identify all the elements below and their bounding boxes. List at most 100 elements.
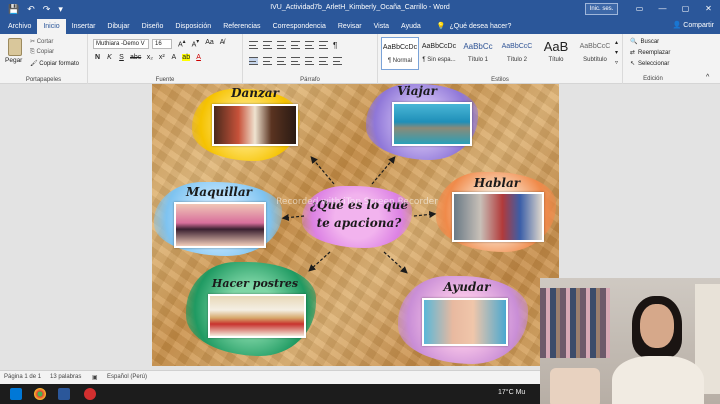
highlight-icon[interactable]: ab xyxy=(182,54,191,61)
italic-icon[interactable]: K xyxy=(106,54,113,61)
sort-icon[interactable] xyxy=(319,41,328,49)
sign-in-button[interactable]: Inic. ses. xyxy=(585,3,618,15)
text-effects-icon[interactable]: A xyxy=(170,54,177,61)
ribbon-tabs: Archivo Inicio Insertar Dibujar Diseño D… xyxy=(0,18,720,34)
tab-disposicion[interactable]: Disposición xyxy=(169,19,217,34)
tab-dibujar[interactable]: Dibujar xyxy=(101,19,135,34)
arrow-to-ayudar xyxy=(383,251,408,274)
select-button[interactable]: ↖ Seleccionar xyxy=(630,60,670,68)
ribbon: Pegar ✂ Cortar ⎘ Copiar 🖌 Copiar formato… xyxy=(0,34,720,84)
style-subtitle[interactable]: AaBbCcC Subtítulo xyxy=(576,37,614,70)
language-status[interactable]: Español (Perú) xyxy=(107,374,147,380)
maximize-button[interactable]: ▢ xyxy=(674,0,697,18)
paste-icon[interactable] xyxy=(8,38,22,56)
style-preview: AaBbCcDc xyxy=(382,44,418,51)
brush-icon: 🖌 xyxy=(30,61,38,67)
tab-ayuda[interactable]: Ayuda xyxy=(395,19,427,34)
bullets-icon[interactable] xyxy=(249,41,258,49)
copy-button[interactable]: ⎘ Copiar xyxy=(30,49,54,56)
tab-vista[interactable]: Vista xyxy=(368,19,395,34)
subscript-icon[interactable]: x₂ xyxy=(146,54,153,61)
recorder-icon[interactable] xyxy=(84,388,96,400)
font-color-icon[interactable]: A xyxy=(195,54,202,61)
pilcrow-icon[interactable]: ¶ xyxy=(333,41,337,50)
borders-icon[interactable] xyxy=(333,57,342,65)
clipboard-label: Portapapeles xyxy=(25,77,62,83)
align-left-icon[interactable] xyxy=(249,57,258,65)
style-preview: AaBbCcC xyxy=(501,43,533,50)
tab-inicio[interactable]: Inicio xyxy=(37,19,66,34)
tab-correspondencia[interactable]: Correspondencia xyxy=(267,19,332,34)
proofing-icon[interactable]: ▣ xyxy=(92,374,98,381)
share-button[interactable]: 👤 Compartir xyxy=(673,19,714,33)
grow-font-icon[interactable]: A▴ xyxy=(178,39,186,48)
person-icon: 👤 xyxy=(672,22,682,29)
tab-revisar[interactable]: Revisar xyxy=(332,19,368,34)
increase-indent-icon[interactable] xyxy=(305,41,314,49)
person-face xyxy=(640,304,674,348)
format-painter-button[interactable]: 🖌 Copiar formato xyxy=(30,60,79,67)
clear-format-icon[interactable]: A̸ xyxy=(220,39,225,48)
tab-archivo[interactable]: Archivo xyxy=(2,19,37,34)
find-label: Buscar xyxy=(640,38,660,45)
underline-icon[interactable]: S xyxy=(118,54,125,61)
styles-label: Estilos xyxy=(491,77,509,83)
style-heading-1[interactable]: AaBbCc Título 1 xyxy=(459,37,497,70)
decrease-indent-icon[interactable] xyxy=(291,41,300,49)
ribbon-options-icon[interactable]: ▭ xyxy=(628,0,651,18)
paste-button[interactable]: Pegar xyxy=(5,57,22,64)
replace-button[interactable]: ⇄ Reemplazar xyxy=(630,49,671,57)
numbering-icon[interactable] xyxy=(263,41,272,49)
styles-scroll[interactable]: ▴ ▾ ▿ xyxy=(615,38,618,68)
minimize-button[interactable]: — xyxy=(651,0,674,18)
style-normal[interactable]: AaBbCcDc ¶ Normal xyxy=(381,37,419,70)
style-preview: AaB xyxy=(543,39,569,54)
style-heading-2[interactable]: AaBbCcC Título 2 xyxy=(498,37,536,70)
arrow-to-viajar xyxy=(371,156,396,185)
tab-referencias[interactable]: Referencias xyxy=(217,19,266,34)
close-button[interactable]: ✕ xyxy=(697,0,720,18)
style-preview: AaBbCc xyxy=(463,42,493,51)
word-count[interactable]: 13 palabras xyxy=(50,374,81,380)
arrow-to-maquillar xyxy=(281,213,305,222)
share-label: Compartir xyxy=(683,22,714,29)
word-icon[interactable] xyxy=(58,388,70,400)
paragraph-group: ¶ Párrafo xyxy=(243,34,378,84)
document-page[interactable]: Danzar Viajar Maquillar ¿Qué es lo que t… xyxy=(152,84,559,366)
collapse-ribbon-icon[interactable]: ^ xyxy=(706,74,709,81)
justify-icon[interactable] xyxy=(291,57,300,65)
shrink-font-icon[interactable]: A▾ xyxy=(192,39,200,48)
start-icon[interactable] xyxy=(10,388,22,400)
align-center-icon[interactable] xyxy=(263,57,272,65)
bold-icon[interactable]: N xyxy=(94,54,101,61)
font-format-row: N K S abc x₂ x² A ab A xyxy=(94,54,202,61)
strikethrough-icon[interactable]: abc xyxy=(130,54,141,61)
font-size-input[interactable]: 16 xyxy=(152,39,172,49)
clipboard-group: Pegar ✂ Cortar ⎘ Copiar 🖌 Copiar formato… xyxy=(0,34,88,84)
lightbulb-icon: 💡 xyxy=(436,23,446,30)
multilevel-list-icon[interactable] xyxy=(277,41,286,49)
page-count[interactable]: Página 1 de 1 xyxy=(4,374,41,380)
superscript-icon[interactable]: x² xyxy=(158,54,165,61)
change-case-icon[interactable]: Aa xyxy=(205,39,214,48)
tell-me-box[interactable]: 💡 ¿Qué desea hacer? xyxy=(427,19,512,34)
shading-icon[interactable] xyxy=(319,57,328,65)
style-no-spacing[interactable]: AaBbCcDc ¶ Sin espa... xyxy=(420,37,458,70)
style-name: ¶ Normal xyxy=(387,58,413,64)
editing-label: Edición xyxy=(643,76,663,82)
weather-widget[interactable]: 17°C Mu xyxy=(498,389,525,396)
tab-diseno[interactable]: Diseño xyxy=(136,19,170,34)
font-size-controls: A▴ A▾ Aa A̸ xyxy=(178,39,224,48)
find-button[interactable]: 🔍 Buscar xyxy=(630,38,660,46)
font-name-input[interactable]: Muthiara -Demo V xyxy=(93,39,149,49)
replace-label: Reemplazar xyxy=(638,49,671,56)
tell-me-label: ¿Qué desea hacer? xyxy=(449,23,512,30)
align-right-icon[interactable] xyxy=(277,57,286,65)
cut-button[interactable]: ✂ Cortar xyxy=(30,38,53,45)
chrome-icon[interactable] xyxy=(34,388,46,400)
select-label: Seleccionar xyxy=(638,60,670,67)
line-spacing-icon[interactable] xyxy=(305,57,314,65)
style-title[interactable]: AaB Título xyxy=(537,37,575,70)
tab-insertar[interactable]: Insertar xyxy=(66,19,102,34)
scissors-icon: ✂ xyxy=(30,39,36,45)
